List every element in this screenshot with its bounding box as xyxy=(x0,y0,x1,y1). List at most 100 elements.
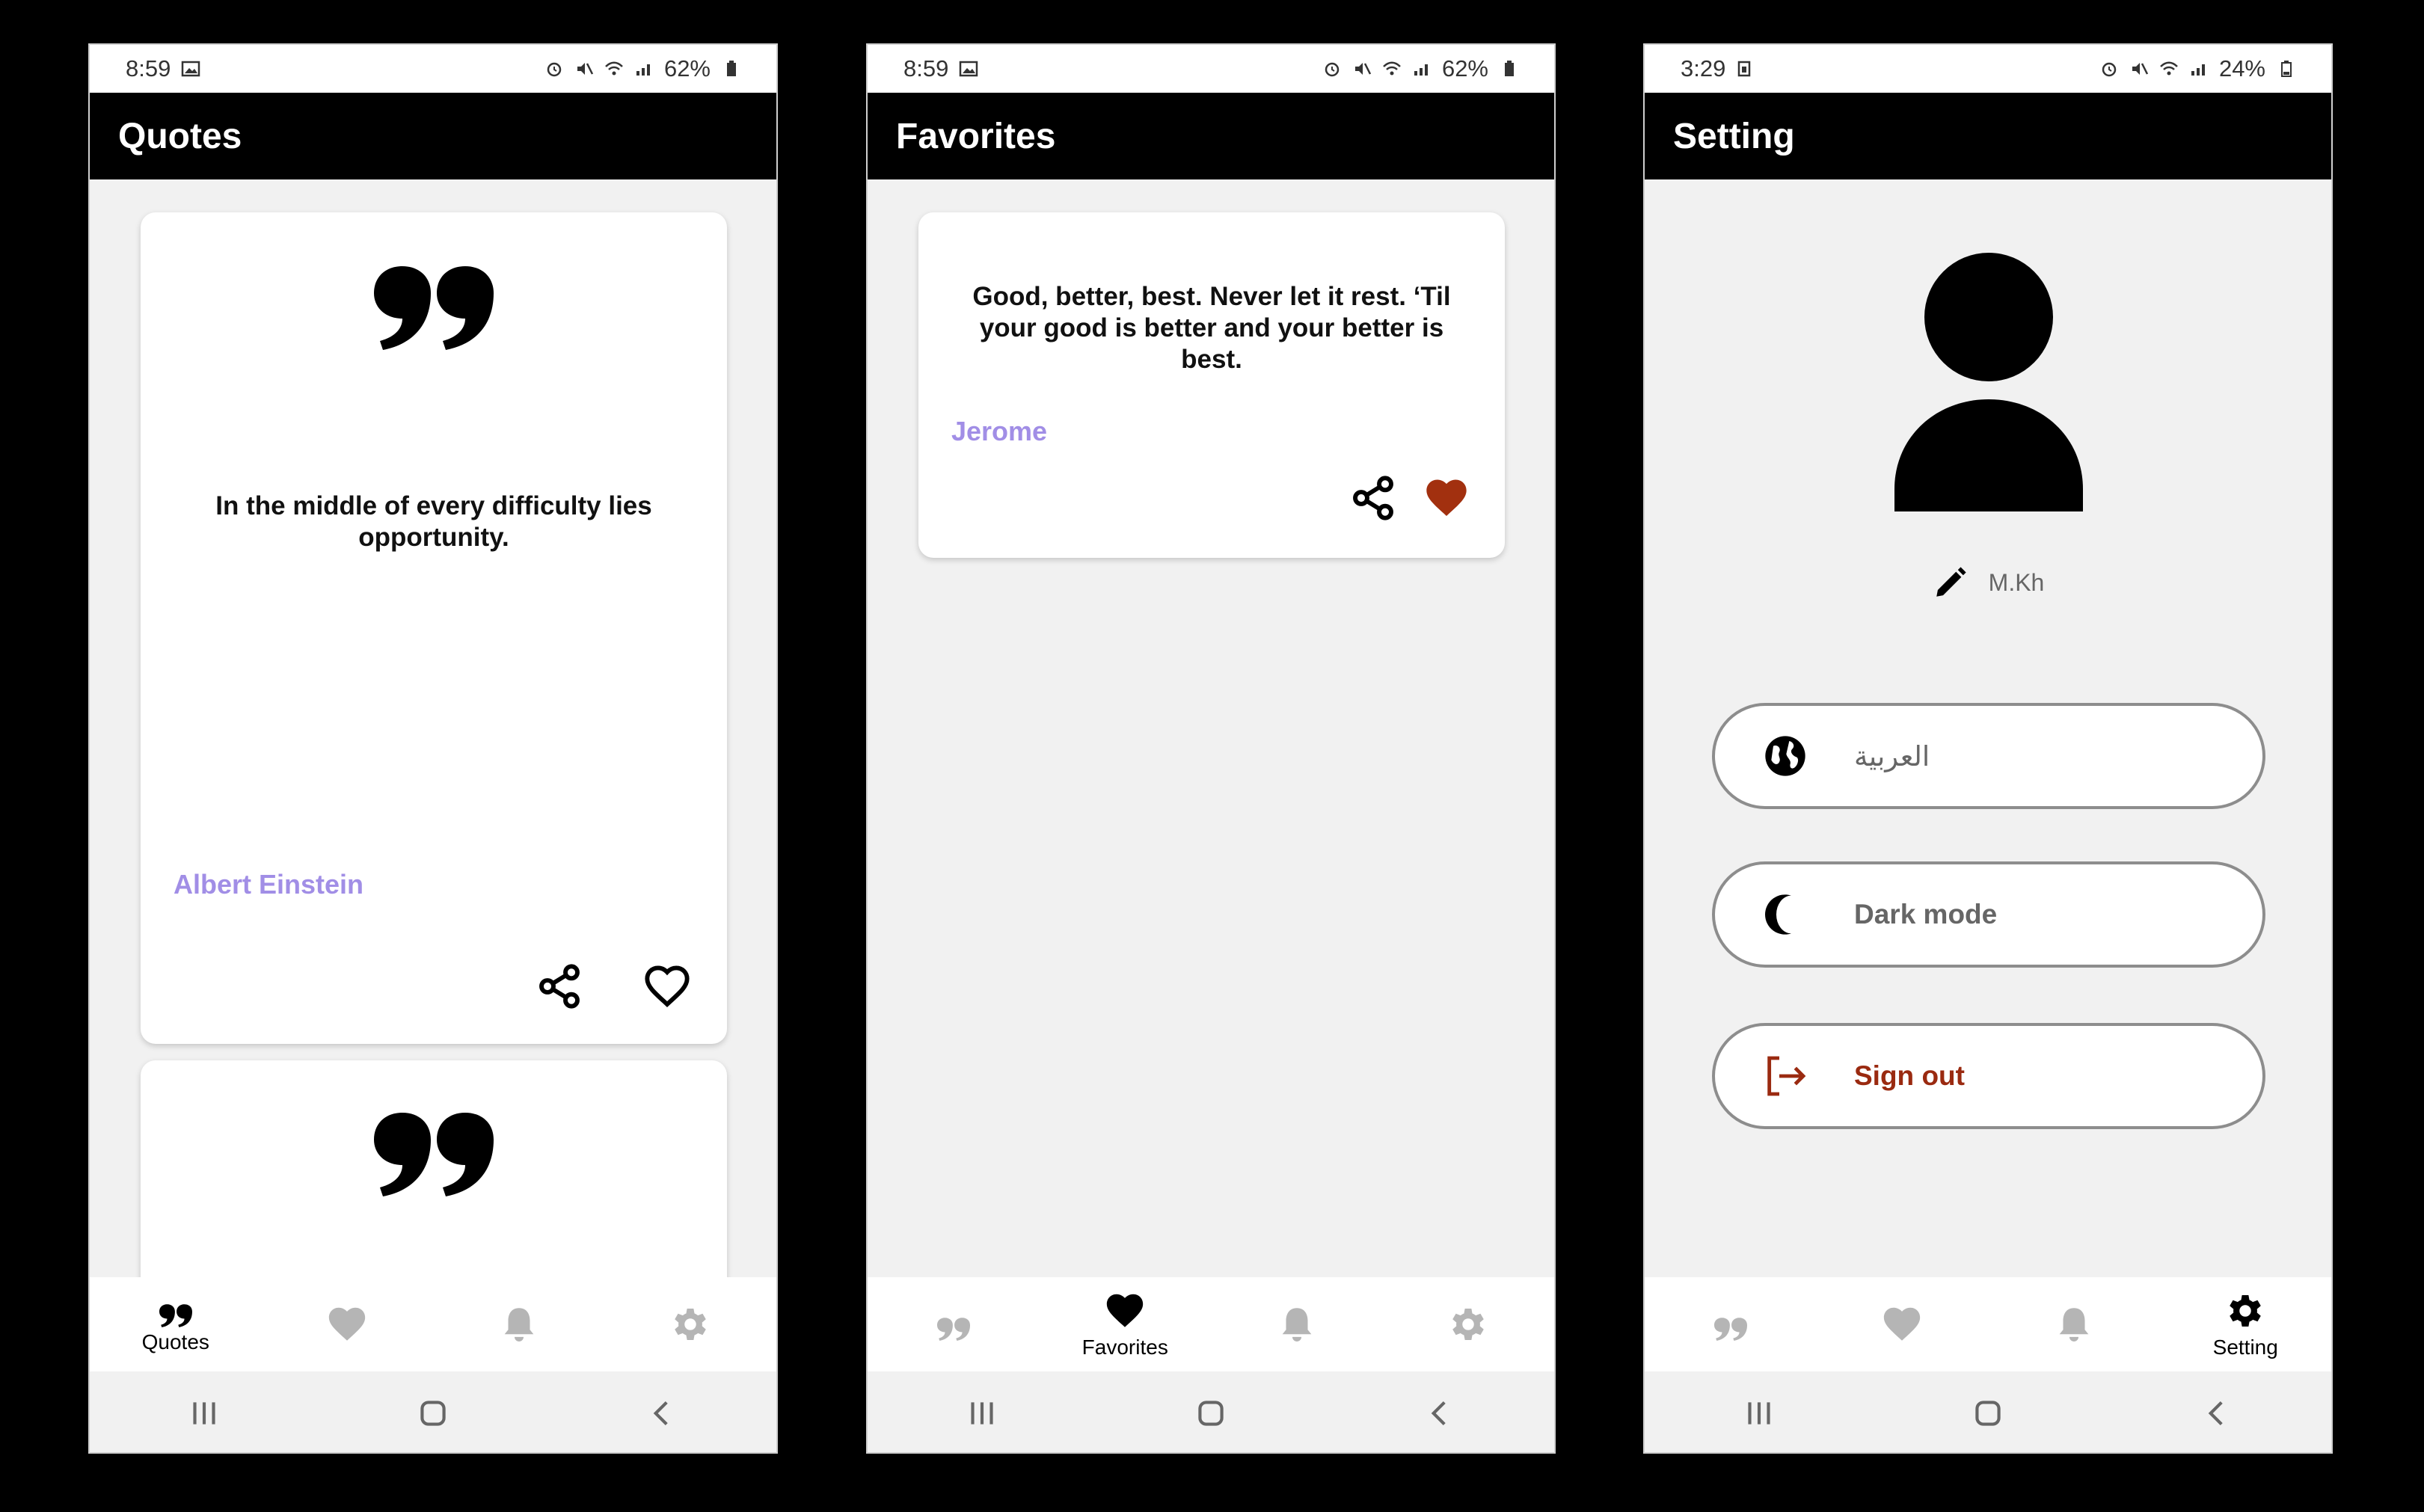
phone-screen-favorites: 8:59 62% Favorites Good, better, best. N… xyxy=(866,43,1556,1454)
bottom-navigation: Favorites xyxy=(868,1277,1554,1371)
signal-icon xyxy=(2191,64,2205,76)
back-button[interactable] xyxy=(643,1395,681,1432)
language-option-label: العربية xyxy=(1854,740,1930,772)
edit-pencil-icon[interactable] xyxy=(1932,564,1969,601)
bottom-navigation: Setting xyxy=(1645,1277,2331,1371)
globe-icon xyxy=(1765,736,1805,776)
home-button[interactable] xyxy=(414,1395,452,1432)
quote-text: In the middle of every difficulty lies o… xyxy=(215,491,652,552)
gear-icon xyxy=(1446,1303,1490,1346)
alarm-icon xyxy=(2102,62,2117,77)
sim-notification-icon xyxy=(1738,61,1751,77)
wifi-icon xyxy=(605,61,623,76)
battery-percent: 24% xyxy=(2218,55,2265,82)
back-button[interactable] xyxy=(2198,1395,2236,1432)
page-title: Favorites xyxy=(896,116,1056,156)
gallery-notification-icon xyxy=(960,61,978,77)
quotes-icon xyxy=(1709,1308,1752,1341)
gallery-notification-icon xyxy=(182,61,200,77)
battery-icon xyxy=(727,61,736,76)
heart-icon xyxy=(1103,1289,1147,1333)
signal-icon xyxy=(1414,64,1428,76)
signal-icon xyxy=(636,64,650,76)
language-option-button[interactable]: العربية xyxy=(1712,703,2265,809)
home-button[interactable] xyxy=(1969,1395,2007,1432)
mute-icon xyxy=(1354,63,1372,75)
page-title: Setting xyxy=(1673,116,1795,156)
battery-percent: 62% xyxy=(1441,55,1488,82)
system-navigation-bar xyxy=(90,1371,776,1452)
nav-label-quotes: Quotes xyxy=(141,1330,209,1353)
nav-label-favorites: Favorites xyxy=(1081,1336,1168,1359)
nav-tab-quotes[interactable] xyxy=(868,1277,1040,1371)
avatar-icon xyxy=(1894,253,2083,511)
favorite-button[interactable] xyxy=(643,962,691,1010)
sign-out-label: Sign out xyxy=(1854,1060,1965,1091)
nav-tab-quotes[interactable] xyxy=(1645,1277,1817,1371)
nav-tab-setting[interactable] xyxy=(1383,1277,1555,1371)
nav-tab-favorites[interactable]: Favorites xyxy=(1040,1277,1212,1371)
bell-icon xyxy=(1275,1303,1319,1346)
app-bar: Quotes xyxy=(90,93,776,179)
bottom-navigation: Quotes xyxy=(90,1277,776,1371)
quote-icon xyxy=(374,266,494,350)
share-button[interactable] xyxy=(1349,474,1397,522)
sign-out-button[interactable]: Sign out xyxy=(1712,1023,2265,1129)
quote-author[interactable]: Albert Einstein xyxy=(174,869,363,900)
system-navigation-bar xyxy=(868,1371,1554,1452)
nav-tab-setting[interactable]: Setting xyxy=(2160,1277,2332,1371)
bell-icon xyxy=(497,1303,541,1346)
dark-mode-option-button[interactable]: Dark mode xyxy=(1712,861,2265,968)
nav-label-setting: Setting xyxy=(2212,1336,2278,1359)
status-bar: 8:59 62% xyxy=(90,45,776,93)
status-bar: 8:59 62% xyxy=(868,45,1554,93)
quote-author[interactable]: Jerome xyxy=(951,416,1047,447)
nav-tab-favorites[interactable] xyxy=(262,1277,434,1371)
heart-icon xyxy=(325,1303,369,1346)
back-button[interactable] xyxy=(1421,1395,1458,1432)
quotes-icon xyxy=(932,1308,975,1341)
profile-name-row[interactable]: M.Kh xyxy=(1645,564,2331,601)
moon-icon xyxy=(1765,894,1791,935)
alarm-icon xyxy=(1325,62,1340,77)
nav-tab-notifications[interactable] xyxy=(1211,1277,1383,1371)
username: M.Kh xyxy=(1988,568,2045,596)
share-button[interactable] xyxy=(536,962,583,1010)
status-time: 3:29 xyxy=(1681,55,1726,82)
logout-icon xyxy=(1767,1056,1806,1096)
gear-icon xyxy=(669,1303,712,1346)
battery-icon xyxy=(1505,61,1514,76)
quote-icon xyxy=(374,1113,494,1196)
home-button[interactable] xyxy=(1192,1395,1230,1432)
favorite-button-active[interactable] xyxy=(1423,474,1470,522)
app-bar: Setting xyxy=(1645,93,2331,179)
wifi-icon xyxy=(2160,61,2178,76)
quote-card: In the middle of every difficulty lies o… xyxy=(141,212,727,1044)
system-navigation-bar xyxy=(1645,1371,2331,1452)
mute-icon xyxy=(2132,63,2149,75)
status-time: 8:59 xyxy=(126,55,171,82)
page-title: Quotes xyxy=(118,116,242,156)
phone-screen-setting: 3:29 24% Setting M.Kh العربية Dark mode … xyxy=(1643,43,2333,1454)
recent-apps-button[interactable] xyxy=(1740,1395,1778,1432)
alarm-icon xyxy=(547,62,562,77)
quotes-icon xyxy=(154,1294,197,1327)
wifi-icon xyxy=(1383,61,1401,76)
nav-tab-quotes[interactable]: Quotes xyxy=(90,1277,262,1371)
nav-tab-setting[interactable] xyxy=(605,1277,777,1371)
mute-icon xyxy=(577,63,594,75)
recent-apps-button[interactable] xyxy=(185,1395,223,1432)
battery-charging-icon xyxy=(2281,61,2292,77)
phone-screen-quotes: 8:59 62% Quotes In the middle of every d… xyxy=(88,43,778,1454)
bell-icon xyxy=(2052,1303,2096,1346)
quote-text: Good, better, best. Never let it rest. ‘… xyxy=(972,282,1451,374)
dark-mode-option-label: Dark mode xyxy=(1854,899,1998,929)
recent-apps-button[interactable] xyxy=(963,1395,1001,1432)
app-bar: Favorites xyxy=(868,93,1554,179)
heart-icon xyxy=(1880,1303,1924,1346)
gear-icon xyxy=(2224,1289,2267,1333)
nav-tab-notifications[interactable] xyxy=(1988,1277,2160,1371)
nav-tab-favorites[interactable] xyxy=(1817,1277,1989,1371)
nav-tab-notifications[interactable] xyxy=(433,1277,605,1371)
status-time: 8:59 xyxy=(903,55,949,82)
